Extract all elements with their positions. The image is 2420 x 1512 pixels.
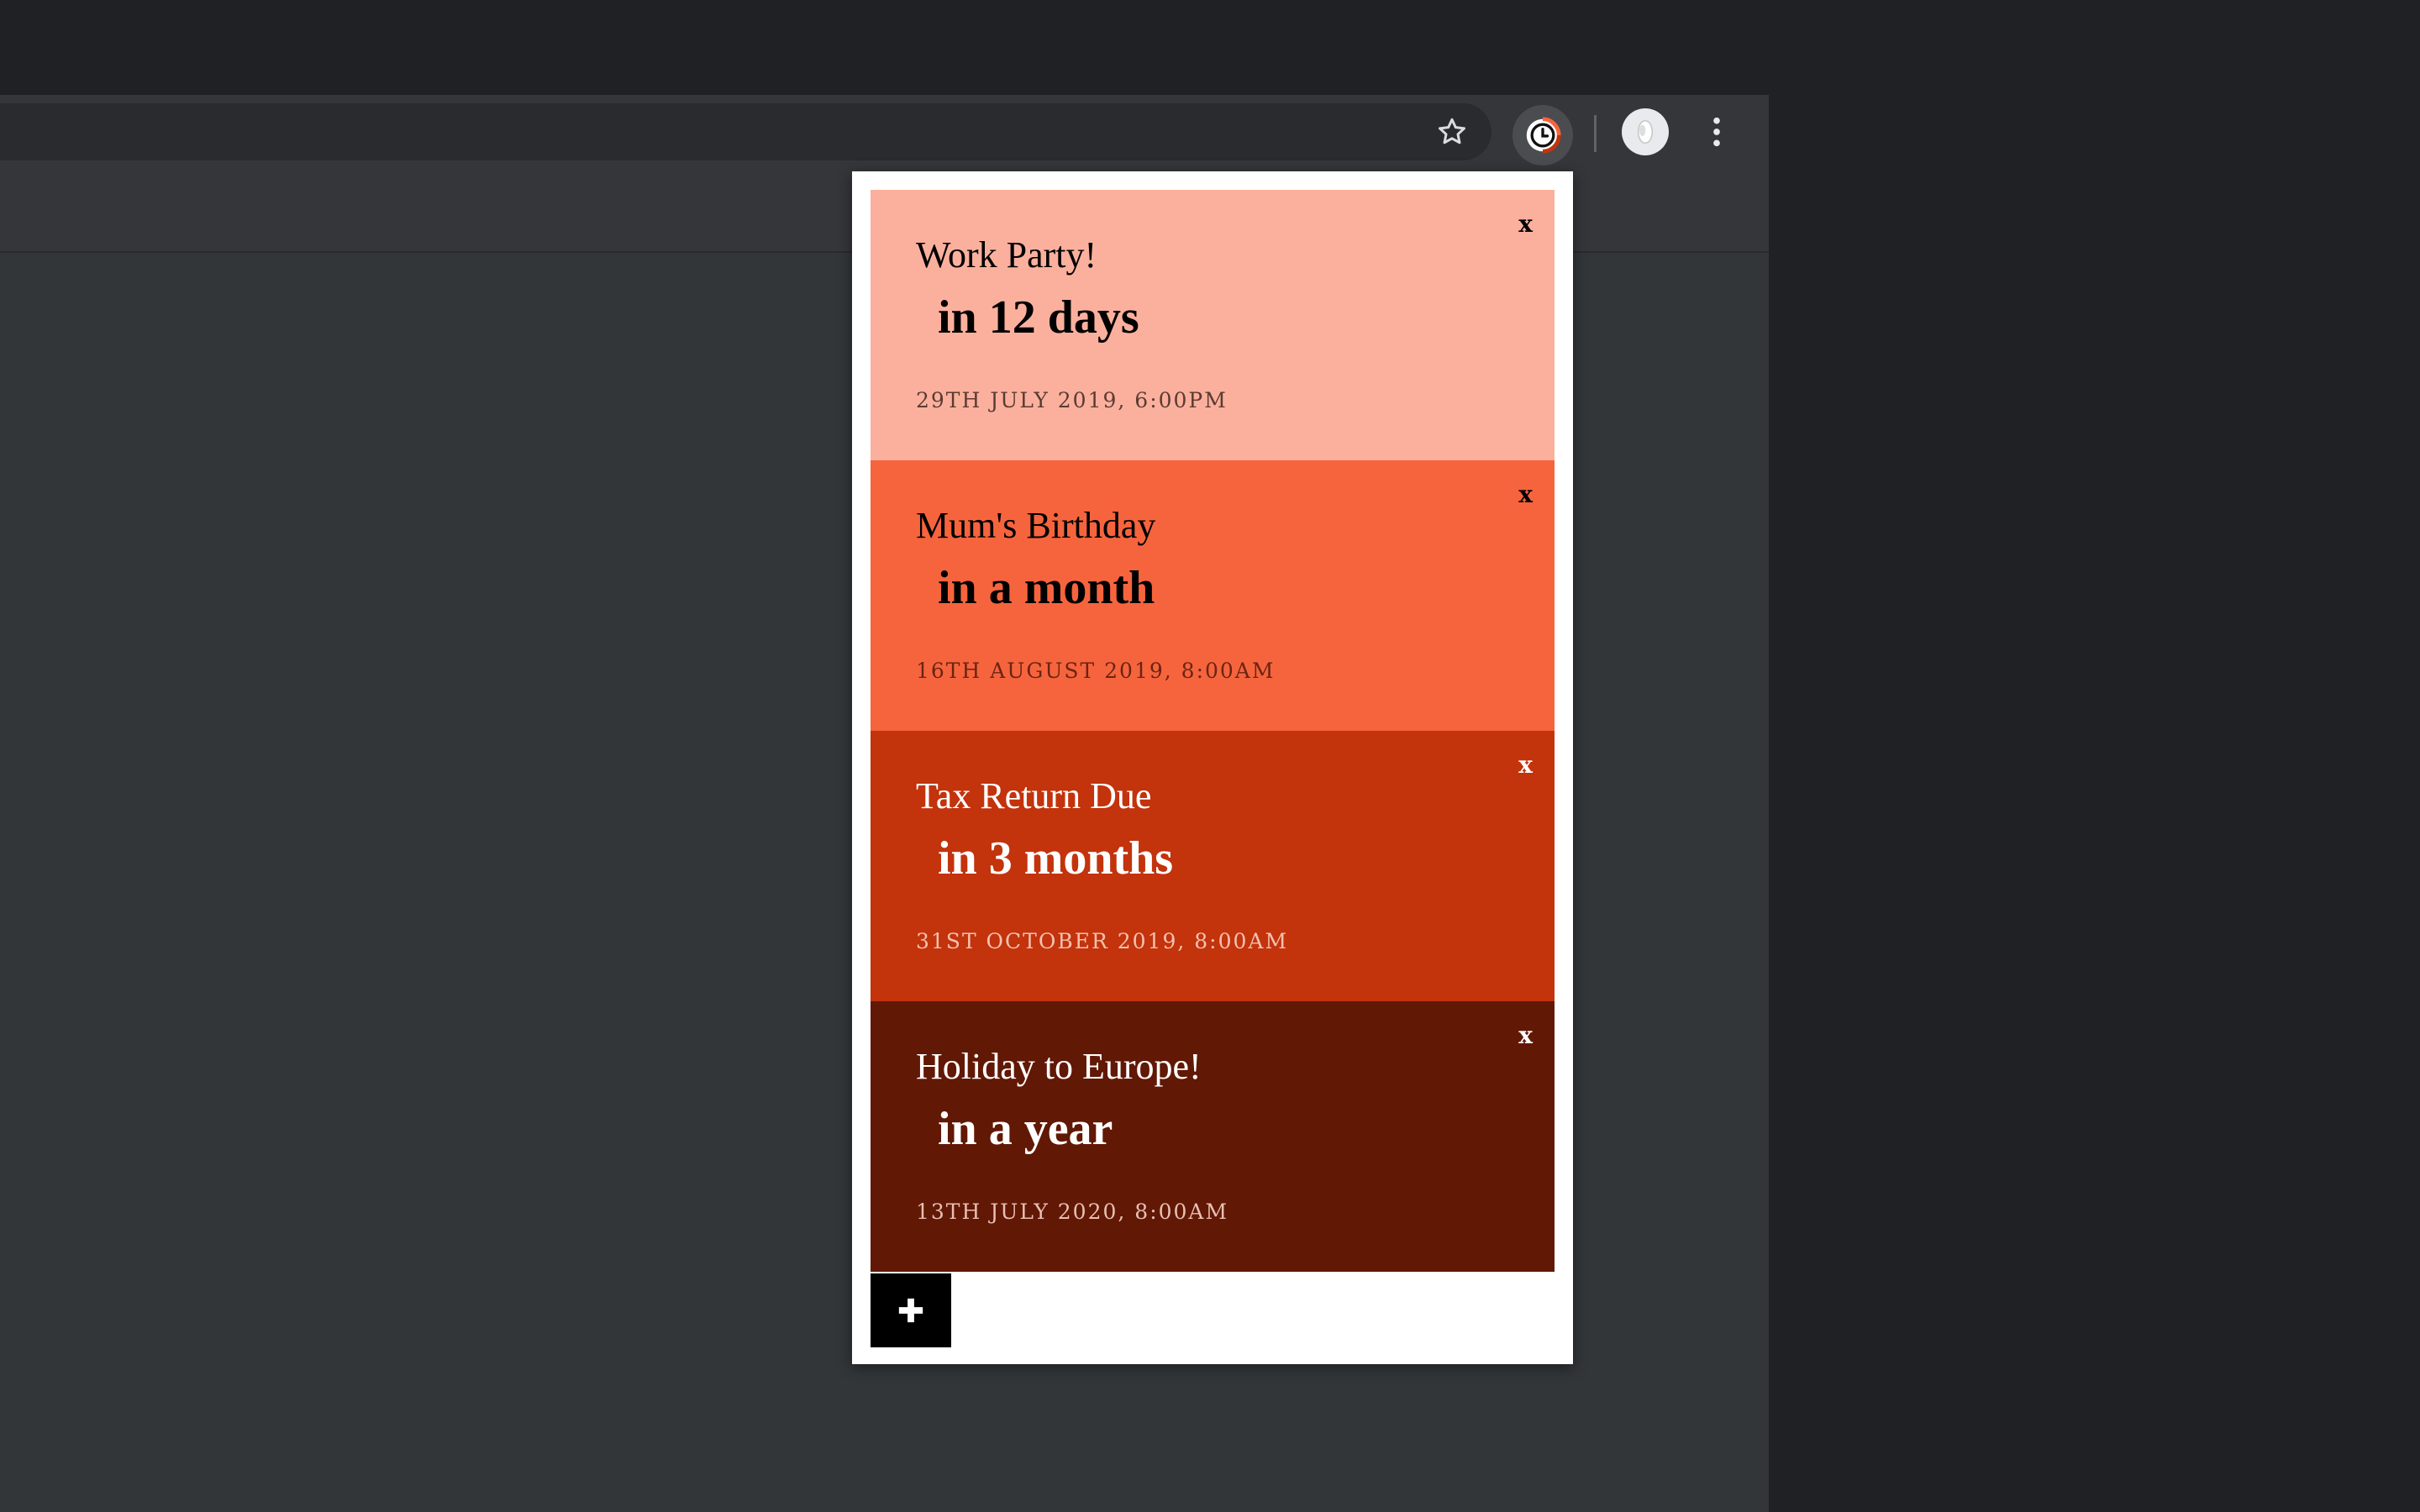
avatar-icon [1637,119,1654,144]
browser-toolbar [0,95,1769,169]
event-title: Holiday to Europe! [916,1046,1202,1087]
browser-menu-button[interactable] [1693,105,1740,159]
star-icon [1439,118,1465,144]
close-button[interactable]: x [1518,1021,1533,1049]
event-date: 29th July 2019, 6:00pm [916,388,1228,412]
countdown-text: in a month [938,562,1155,614]
event-date: 16th August 2019, 8:00am [916,659,1276,683]
kebab-menu-icon [1713,117,1720,147]
countdown-text: in 12 days [938,291,1139,344]
countdown-card: x Holiday to Europe! in a year 13th July… [871,1001,1555,1272]
bookmark-star-button[interactable] [1425,105,1479,159]
event-title: Tax Return Due [916,775,1152,816]
plus-icon [898,1298,923,1323]
clock-icon [1526,117,1561,154]
event-title: Work Party! [916,234,1097,276]
close-button[interactable]: x [1518,480,1533,508]
countdown-card: x Tax Return Due in 3 months 31st Octobe… [871,731,1555,1001]
extension-popup: x Work Party! in 12 days 29th July 2019,… [852,171,1573,1364]
tab-strip [0,0,1769,95]
countdown-text: in 3 months [938,832,1174,885]
countdown-text: in a year [938,1103,1113,1155]
toolbar-divider [1594,115,1597,152]
add-countdown-button[interactable] [871,1273,951,1347]
event-date: 13th July 2020, 8:00am [916,1200,1229,1224]
profile-avatar-button[interactable] [1622,108,1669,155]
event-date: 31st October 2019, 8:00am [916,929,1289,953]
countdown-card: x Work Party! in 12 days 29th July 2019,… [871,190,1555,460]
countdown-card: x Mum's Birthday in a month 16th August … [871,460,1555,731]
close-button[interactable]: x [1518,210,1533,238]
countdown-extension-button[interactable] [1512,105,1573,165]
event-title: Mum's Birthday [916,505,1156,546]
address-bar[interactable] [0,103,1491,160]
close-button[interactable]: x [1518,751,1533,779]
